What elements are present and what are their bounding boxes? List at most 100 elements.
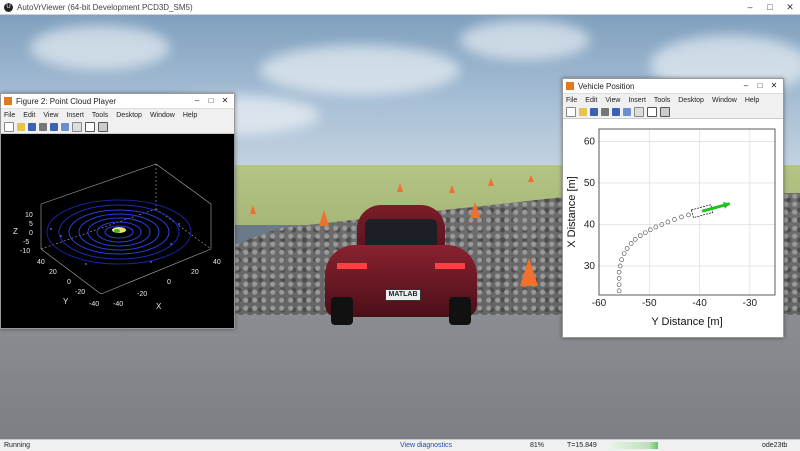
progress-bar (610, 442, 658, 449)
menu-edit[interactable]: Edit (23, 112, 35, 119)
point-cloud-plot[interactable]: 10 5 0 -5 -10 Z 40 20 0 -20 -40 Y -40 -2… (1, 134, 234, 328)
x-axis-label: Y Distance [m] (651, 316, 722, 328)
x-tick-label: -50 (642, 298, 657, 309)
link-icon[interactable] (50, 123, 58, 131)
menu-tools[interactable]: Tools (92, 112, 108, 119)
menu-view[interactable]: View (43, 112, 58, 119)
x-axis-label: X (156, 302, 162, 311)
print-icon[interactable] (39, 123, 47, 131)
open-folder-icon[interactable] (17, 123, 25, 131)
y-tick: 40 (37, 259, 45, 266)
menu-help[interactable]: Help (745, 97, 759, 104)
y-tick: -40 (89, 301, 99, 308)
menu-insert[interactable]: Insert (628, 97, 646, 104)
x-tick: 20 (191, 269, 199, 276)
vehicle-position-title: Vehicle Position (578, 81, 635, 91)
menu-window[interactable]: Window (150, 112, 175, 119)
x-tick: 40 (213, 259, 221, 266)
trajectory-point (621, 251, 627, 256)
z-tick: -10 (20, 248, 30, 255)
trajectory-point (616, 282, 622, 287)
y-tick-label: 60 (584, 136, 596, 147)
traffic-cone (488, 178, 494, 186)
traffic-cone (449, 185, 455, 193)
close-button[interactable]: ✕ (218, 94, 232, 108)
vehicle-position-titlebar[interactable]: Vehicle Position – □ ✕ (563, 79, 783, 94)
x-tick: -40 (113, 301, 123, 308)
colorbar-icon[interactable] (61, 123, 69, 131)
menu-help[interactable]: Help (183, 112, 197, 119)
trajectory-point (647, 227, 653, 233)
z-tick: 5 (29, 221, 33, 228)
menu-tools[interactable]: Tools (654, 97, 670, 104)
y-tick: 0 (67, 279, 71, 286)
ego-vehicle: MATLAB (325, 205, 477, 335)
menu-desktop[interactable]: Desktop (116, 112, 142, 119)
save-icon[interactable] (28, 123, 36, 131)
new-figure-icon[interactable] (566, 107, 576, 117)
traffic-cone (528, 175, 534, 182)
open-folder-icon[interactable] (579, 108, 587, 116)
traffic-cone (520, 258, 538, 286)
point-cloud-titlebar[interactable]: Figure 2: Point Cloud Player – □ ✕ (1, 94, 234, 109)
trajectory-point (672, 217, 677, 222)
menu-window[interactable]: Window (712, 97, 737, 104)
link-icon[interactable] (612, 108, 620, 116)
menu-bar: File Edit View Insert Tools Desktop Wind… (563, 94, 783, 106)
plot-frame (598, 128, 776, 296)
y-tick-label: 50 (584, 178, 596, 189)
y-tick-label: 40 (584, 219, 596, 230)
app-logo-icon: U (4, 2, 13, 12)
app-titlebar: U AutoVrViewer (64-bit Development PCD3D… (0, 0, 800, 15)
trajectory-point (679, 214, 684, 220)
trajectory-point (619, 257, 624, 263)
license-plate: MATLAB (385, 289, 421, 301)
legend-icon[interactable] (634, 107, 644, 117)
menu-desktop[interactable]: Desktop (678, 97, 704, 104)
point-cloud-window[interactable]: Figure 2: Point Cloud Player – □ ✕ File … (0, 93, 235, 329)
property-editor-icon[interactable] (98, 122, 108, 132)
minimize-button[interactable]: – (190, 94, 204, 108)
status-bar: Running View diagnostics 81% T=15.849 od… (0, 439, 800, 451)
colorbar-icon[interactable] (623, 108, 631, 116)
z-tick: 10 (25, 212, 33, 219)
maximize-button[interactable]: □ (760, 0, 780, 14)
matlab-figure-icon (566, 82, 574, 90)
view-diagnostics-link[interactable]: View diagnostics (400, 442, 452, 449)
vehicle-marker (690, 204, 714, 219)
print-icon[interactable] (601, 108, 609, 116)
vehicle-position-plot[interactable]: -60 -50 -40 -30 30 40 50 60 Y Distance [m] X Dist… (563, 119, 783, 337)
trajectory-point (637, 233, 643, 238)
x-tick-label: -40 (692, 298, 707, 309)
app-title: AutoVrViewer (64-bit Development PCD3D_S… (17, 2, 193, 12)
menu-view[interactable]: View (605, 97, 620, 104)
trajectory-point (653, 224, 659, 230)
maximize-button[interactable]: □ (204, 94, 218, 108)
menu-insert[interactable]: Insert (66, 112, 84, 119)
pointer-icon[interactable] (647, 107, 657, 117)
pointer-icon[interactable] (85, 122, 95, 132)
new-figure-icon[interactable] (4, 122, 14, 132)
vehicle-position-window[interactable]: Vehicle Position – □ ✕ File Edit View In… (562, 78, 784, 338)
maximize-button[interactable]: □ (753, 79, 767, 93)
menu-bar: File Edit View Insert Tools Desktop Wind… (1, 109, 234, 121)
menu-file[interactable]: File (566, 97, 577, 104)
legend-icon[interactable] (72, 122, 82, 132)
minimize-button[interactable]: – (740, 0, 760, 14)
x-tick: 0 (167, 279, 171, 286)
trajectory-point (665, 219, 671, 225)
save-icon[interactable] (590, 108, 598, 116)
z-tick: -5 (23, 239, 29, 246)
menu-file[interactable]: File (4, 112, 15, 119)
z-tick: 0 (29, 230, 33, 237)
trajectory-point (642, 230, 648, 236)
trajectory-point (632, 237, 638, 242)
traffic-cone (397, 183, 403, 192)
minimize-button[interactable]: – (739, 79, 753, 93)
close-button[interactable]: ✕ (780, 0, 800, 14)
trajectory-point (624, 246, 630, 251)
property-editor-icon[interactable] (660, 107, 670, 117)
trajectory-point (616, 288, 622, 294)
menu-edit[interactable]: Edit (585, 97, 597, 104)
close-button[interactable]: ✕ (767, 79, 781, 93)
